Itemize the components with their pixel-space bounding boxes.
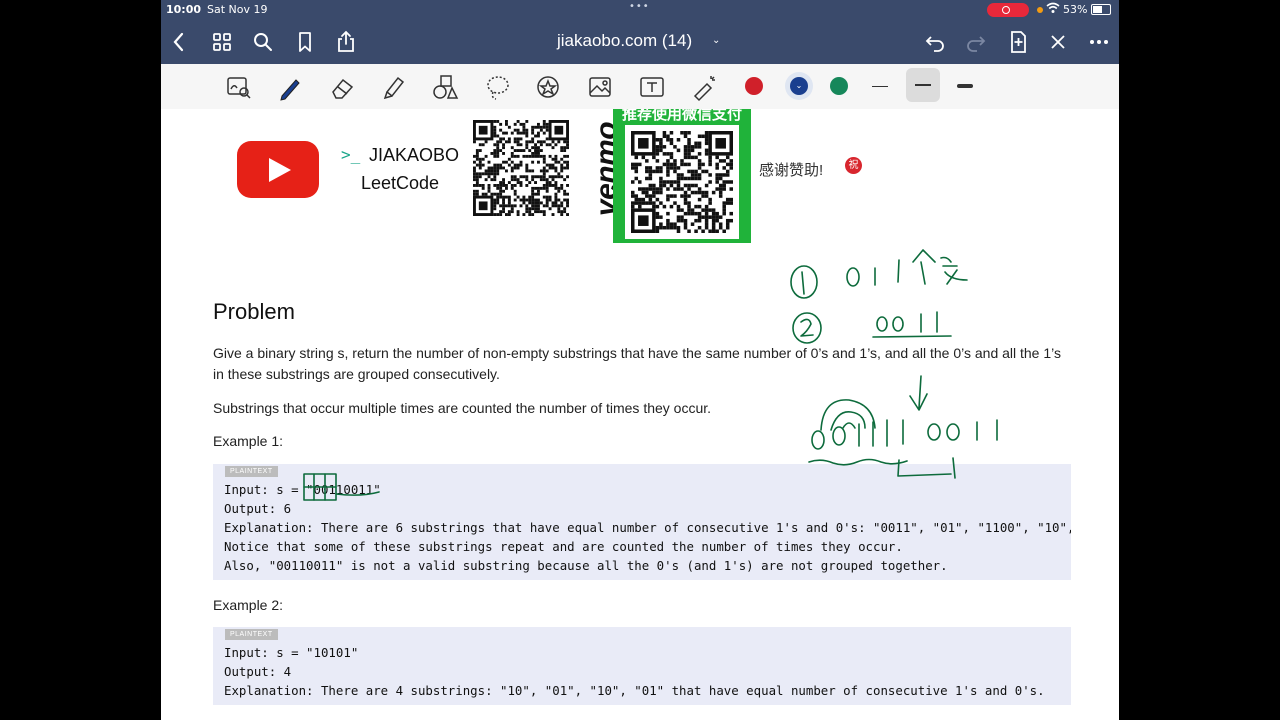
chevron-left-icon[interactable] [165,28,193,56]
problem-description: Give a binary string s, return the numbe… [213,345,1062,382]
battery-icon [1091,4,1111,15]
screen-record-icon[interactable] [987,3,1029,17]
shapes-icon[interactable] [431,72,461,102]
drawing-toolbar: ᛒ ⌄ [161,64,1119,110]
wechat-pay-panel: 推荐使用微信支付 [613,109,751,243]
code-line: Explanation: There are 4 substrings: "10… [224,683,1045,698]
highlighter-icon[interactable] [379,72,409,102]
lasso-icon[interactable] [483,72,513,102]
more-icon[interactable] [1085,28,1113,56]
thanks-text: 感谢赞助! [759,162,824,179]
color-red-swatch[interactable] [745,77,763,95]
chevron-down-icon[interactable]: ⌄ [712,35,720,46]
brand-subtitle: LeetCode [361,173,440,193]
battery-percent: 53% [1063,3,1088,16]
chevron-down-icon: ⌄ [790,77,808,95]
code-language-badge: PLAINTEXT [225,629,278,640]
example-2-label: Example 2: [213,597,284,613]
grid-icon[interactable] [208,28,236,56]
sticker-icon[interactable] [533,72,563,102]
close-icon[interactable] [1044,28,1072,56]
venmo-qr-code [473,120,569,216]
code-line: Input: s = "10101" [224,645,359,660]
ipad-screen: 10:00 Sat Nov 19 ••• 53% jiakaobo.com (1… [161,0,1119,720]
laser-pointer-icon[interactable] [689,72,719,102]
code-line: Explanation: There are 6 substrings that… [224,520,1071,535]
bookmark-icon[interactable] [291,28,319,56]
lasso-zoom-icon[interactable] [224,72,254,102]
document-page[interactable]: >_ JIAKAOBO LeetCode venmo 推荐使用微信支付 感谢赞助… [161,109,1119,720]
blessing-badge: 祝 [845,157,862,174]
mic-indicator-icon [1037,7,1043,13]
code-line: Input: s = "00110011" [224,482,381,497]
problem-heading: Problem [213,299,295,324]
example-1-label: Example 1: [213,433,284,449]
pen-icon[interactable]: ᛒ [269,72,304,102]
stroke-thin[interactable] [872,86,888,87]
youtube-logo [237,141,319,198]
status-bar: 10:00 Sat Nov 19 ••• 53% [161,0,1119,20]
status-time: 10:00 [166,3,202,16]
code-language-badge: PLAINTEXT [225,466,278,477]
eraser-icon[interactable] [327,72,357,102]
search-icon[interactable] [249,28,277,56]
redo-icon[interactable] [962,28,990,56]
document-title[interactable]: jiakaobo.com (14) [557,31,692,51]
text-icon[interactable] [637,72,667,102]
stroke-medium-selected[interactable] [906,68,940,102]
brand-name: JIAKAOBO [369,145,460,165]
example-2-code: PLAINTEXT Input: s = "10101" Output: 4 E… [213,627,1071,705]
problem-note: Substrings that occur multiple times are… [213,400,712,416]
color-blue-swatch-selected[interactable]: ⌄ [785,72,813,100]
multitasking-dots-icon[interactable]: ••• [629,1,650,12]
code-line: Also, "00110011" is not a valid substrin… [224,558,948,573]
code-line: Output: 6 [224,501,292,516]
code-line: Notice that some of these substrings rep… [224,539,903,554]
example-1-code: PLAINTEXT Input: s = "00110011" Output: … [213,464,1071,580]
wechat-qr-code [631,131,733,233]
status-date: Sat Nov 19 [207,3,268,16]
color-green-swatch[interactable] [830,77,848,95]
terminal-prompt-icon: >_ [341,145,361,164]
share-icon[interactable] [332,28,360,56]
wechat-caption: 推荐使用微信支付 [621,109,742,123]
add-page-icon[interactable] [1004,28,1032,56]
wifi-icon [1046,2,1060,17]
nav-bar: jiakaobo.com (14) ⌄ [161,20,1119,64]
code-line: Output: 4 [224,664,292,679]
undo-icon[interactable] [921,28,949,56]
stroke-thick[interactable] [957,84,973,88]
image-icon[interactable] [585,72,615,102]
wechat-qr-box [625,125,739,239]
